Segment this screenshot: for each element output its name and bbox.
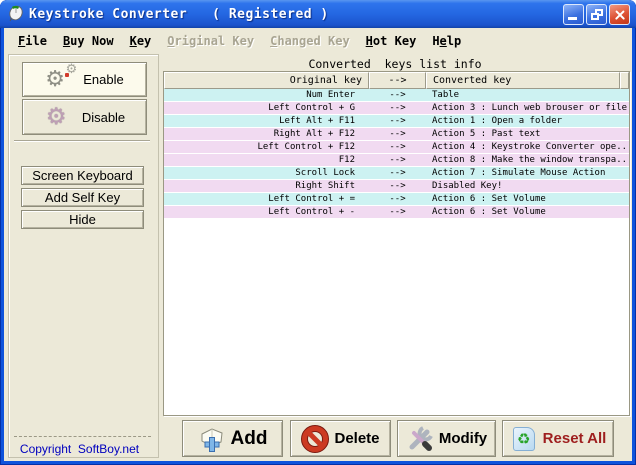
minimize-icon: [568, 17, 577, 20]
menu-changed-key: Changed Key: [262, 32, 358, 50]
table-row[interactable]: Left Control + G-->Action 3 : Lunch web …: [164, 102, 629, 115]
modify-button-label: Modify: [439, 430, 487, 447]
cell-converted-key: Action 5 : Past text: [426, 128, 629, 140]
cell-original-key: Num Enter: [164, 89, 369, 101]
gear-icon: ⚙: [44, 104, 74, 130]
cell-original-key: Left Control + =: [164, 193, 369, 205]
disable-button-label: Disable: [82, 110, 125, 125]
table-row[interactable]: Right Alt + F12-->Action 5 : Past text: [164, 128, 629, 141]
menu-bar: FileBuy NowKeyOriginal KeyChanged KeyHot…: [4, 28, 632, 53]
disable-button[interactable]: ⚙ Disable: [22, 99, 147, 135]
maximize-button[interactable]: [586, 4, 607, 25]
cell-arrow: -->: [369, 89, 426, 101]
enable-button-label: Enable: [83, 72, 123, 87]
table-row[interactable]: Right Shift-->Disabled Key!: [164, 180, 629, 193]
cell-original-key: Right Alt + F12: [164, 128, 369, 140]
window-controls: [563, 4, 630, 25]
header-stub: [620, 72, 629, 89]
copyright-separator: [14, 436, 151, 437]
cell-arrow: -->: [369, 128, 426, 140]
screen-keyboard-button[interactable]: Screen Keyboard: [21, 166, 144, 185]
table-header: Original key --> Converted key: [164, 72, 629, 89]
add-self-key-button[interactable]: Add Self Key: [21, 188, 144, 207]
minimize-button[interactable]: [563, 4, 584, 25]
panel-separator: [14, 140, 150, 142]
cell-converted-key: Action 3 : Lunch web brouser or file: [426, 102, 629, 114]
table-row[interactable]: Num Enter-->Table: [164, 89, 629, 102]
cell-arrow: -->: [369, 193, 426, 205]
cell-arrow: -->: [369, 154, 426, 166]
table-row[interactable]: Scroll Lock-->Action 7 : Simulate Mouse …: [164, 167, 629, 180]
modify-button[interactable]: Modify: [397, 420, 496, 457]
delete-icon: [301, 425, 329, 453]
add-button[interactable]: Add: [182, 420, 283, 457]
cell-original-key: Left Control + G: [164, 102, 369, 114]
menu-file[interactable]: File: [10, 32, 55, 50]
cell-arrow: -->: [369, 167, 426, 179]
cell-original-key: Left Control + F12: [164, 141, 369, 153]
reset-all-button-label: Reset All: [543, 430, 607, 447]
copyright-text: Copyright SoftBoy.net: [4, 442, 155, 456]
cell-original-key: Left Alt + F11: [164, 115, 369, 127]
table-row[interactable]: Left Control + --->Action 6 : Set Volume: [164, 206, 629, 219]
table-row[interactable]: Left Control + F12-->Action 4 : Keystrok…: [164, 141, 629, 154]
hide-button[interactable]: Hide: [21, 210, 144, 229]
converted-keys-table: Original key --> Converted key Num Enter…: [163, 71, 630, 416]
cell-converted-key: Action 6 : Set Volume: [426, 193, 629, 205]
table-row[interactable]: F12-->Action 8 : Make the window transpa…: [164, 154, 629, 167]
menu-key[interactable]: Key: [122, 32, 160, 50]
reset-icon: ♻: [510, 425, 538, 453]
cell-arrow: -->: [369, 102, 426, 114]
cell-arrow: -->: [369, 180, 426, 192]
table-rows: Num Enter-->TableLeft Control + G-->Acti…: [164, 89, 629, 415]
cell-original-key: Scroll Lock: [164, 167, 369, 179]
enable-button[interactable]: ⚙⚙ Enable: [22, 62, 147, 97]
modify-icon: [406, 425, 434, 453]
cell-converted-key: Disabled Key!: [426, 180, 629, 192]
cell-converted-key: Action 7 : Simulate Mouse Action: [426, 167, 629, 179]
client-area: FileBuy NowKeyOriginal KeyChanged KeyHot…: [4, 28, 632, 461]
list-title: Converted keys list info: [160, 57, 630, 71]
header-converted-key[interactable]: Converted key: [426, 72, 620, 89]
table-row[interactable]: Left Control + =-->Action 6 : Set Volume: [164, 193, 629, 206]
cell-original-key: F12: [164, 154, 369, 166]
cell-converted-key: Table: [426, 89, 629, 101]
cell-converted-key: Action 6 : Set Volume: [426, 206, 629, 218]
menu-help[interactable]: Help: [424, 32, 469, 50]
title-bar[interactable]: Keystroke Converter ( Registered ): [0, 0, 636, 28]
delete-button-label: Delete: [334, 430, 379, 447]
reset-all-button[interactable]: ♻ Reset All: [502, 420, 614, 457]
cell-original-key: Left Control + -: [164, 206, 369, 218]
cell-converted-key: Action 8 : Make the window transpa...: [426, 154, 629, 166]
menu-buy-now[interactable]: Buy Now: [55, 32, 122, 50]
table-row[interactable]: Left Alt + F11-->Action 1 : Open a folde…: [164, 115, 629, 128]
menu-hot-key[interactable]: Hot Key: [358, 32, 425, 50]
gear-icon: ⚙⚙: [45, 67, 75, 93]
header-arrow[interactable]: -->: [369, 72, 426, 89]
menu-original-key: Original Key: [159, 32, 262, 50]
cell-original-key: Right Shift: [164, 180, 369, 192]
cell-arrow: -->: [369, 206, 426, 218]
app-window: Keystroke Converter ( Registered ) FileB…: [0, 0, 636, 465]
cell-arrow: -->: [369, 115, 426, 127]
close-button[interactable]: [609, 4, 630, 25]
app-icon: [6, 5, 24, 23]
add-icon: [198, 425, 226, 453]
add-button-label: Add: [231, 428, 268, 450]
cell-converted-key: Action 4 : Keystroke Converter ope...: [426, 141, 629, 153]
header-original-key[interactable]: Original key: [164, 72, 369, 89]
cell-converted-key: Action 1 : Open a folder: [426, 115, 629, 127]
window-title: Keystroke Converter ( Registered ): [29, 7, 329, 22]
cell-arrow: -->: [369, 141, 426, 153]
delete-button[interactable]: Delete: [290, 420, 391, 457]
